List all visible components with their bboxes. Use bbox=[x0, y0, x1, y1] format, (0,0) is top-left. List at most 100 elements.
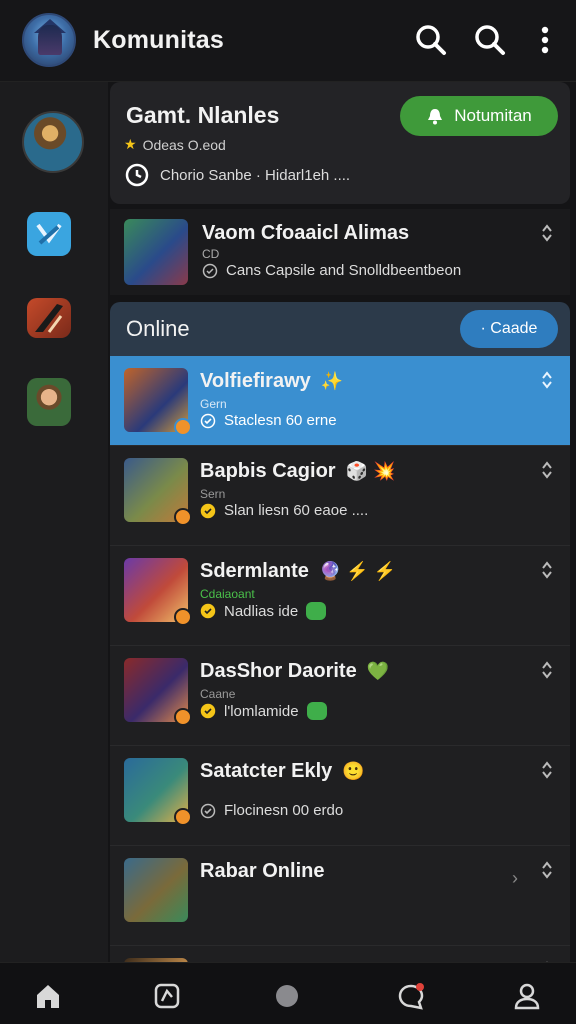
list-item-name-text: Rabar Online bbox=[200, 860, 325, 882]
list-item[interactable]: Rabar Online › bbox=[110, 846, 570, 946]
games-card-title: Gamt. Nlanles bbox=[126, 102, 280, 128]
status-badge bbox=[174, 808, 192, 826]
list-item-name-text: DasShor Daorite bbox=[200, 660, 357, 682]
online-title: Online bbox=[126, 316, 190, 341]
emoji-decoration: 🔮 ⚡ ⚡ bbox=[318, 561, 397, 581]
search-icon[interactable] bbox=[413, 22, 449, 58]
list-item-status: Flocinesn 00 erdo bbox=[200, 802, 343, 819]
list-item-status: Nadlias ide bbox=[200, 602, 327, 620]
list-item-status-text: Slan liesn 60 eaoe .... bbox=[224, 502, 369, 519]
game-pad-icon bbox=[306, 602, 327, 620]
list-item-name: Satatcter Ekly 🙂 bbox=[200, 760, 365, 783]
list-item-status: Slan liesn 60 eaoe .... bbox=[200, 502, 368, 519]
sort-icon[interactable] bbox=[540, 860, 554, 880]
game-thumbnail bbox=[124, 558, 192, 626]
list-item-status-text: l'lomlamide bbox=[224, 702, 299, 720]
list-item-status-text: Staclesn 60 erne bbox=[224, 412, 337, 429]
list-item-subtitle: Cdaiaoant bbox=[200, 587, 255, 601]
status-badge bbox=[174, 708, 192, 726]
sort-icon[interactable] bbox=[540, 660, 554, 680]
featured-description-text: Cans Capsile and Snolldbeentbeon bbox=[226, 262, 462, 279]
bottom-nav bbox=[0, 962, 576, 1024]
game-pad-icon bbox=[306, 702, 327, 720]
games-card-meta-text: Odeas O.eod bbox=[142, 136, 226, 153]
game-thumbnail bbox=[124, 858, 188, 922]
game-thumbnail bbox=[124, 458, 192, 526]
games-card-subtitle-text: Chorio Sanbe · Hidarl1eh .... bbox=[160, 166, 351, 184]
game-thumbnail bbox=[124, 658, 192, 726]
circle-icon[interactable] bbox=[272, 981, 302, 1011]
list-item-subtitle: Caane bbox=[200, 687, 236, 701]
home-icon[interactable] bbox=[33, 981, 63, 1011]
star-icon: ★ bbox=[124, 136, 137, 152]
boy-avatar[interactable] bbox=[27, 378, 71, 426]
check-circle-icon bbox=[202, 263, 218, 278]
list-item-name: Sdermlante 🔮 ⚡ ⚡ bbox=[200, 560, 396, 583]
games-card[interactable]: Gamt. Nlanles Notumitan ★ Odeas O.eod Ch… bbox=[110, 82, 570, 204]
app-avatar[interactable] bbox=[22, 13, 76, 67]
clock-icon bbox=[125, 163, 149, 187]
check-circle-icon bbox=[200, 803, 216, 818]
sort-icon[interactable] bbox=[540, 223, 554, 243]
check-circle-icon bbox=[200, 413, 216, 428]
list-item-status: l'lomlamide bbox=[200, 702, 327, 720]
list-item-status-text: Nadlias ide bbox=[224, 602, 299, 620]
blade-app-icon[interactable] bbox=[27, 298, 71, 338]
featured-thumbnail bbox=[124, 219, 188, 285]
hero-avatar[interactable] bbox=[22, 111, 84, 173]
online-section-header: Online · Caade bbox=[110, 302, 570, 356]
list-item-status-text: Flocinesn 00 erdo bbox=[224, 802, 344, 819]
emoji-decoration: 🙂 bbox=[342, 761, 365, 781]
games-card-subtitle: Chorio Sanbe · Hidarl1eh .... bbox=[124, 162, 350, 188]
chat-icon[interactable] bbox=[396, 981, 426, 1011]
thumbnail-art bbox=[124, 858, 188, 922]
games-icon[interactable] bbox=[152, 981, 182, 1011]
list-item[interactable]: Volfiefirawy ✨ Gern Staclesn 60 erne bbox=[110, 356, 570, 446]
create-button[interactable]: · Caade bbox=[460, 310, 558, 348]
check-circle-icon bbox=[200, 503, 216, 518]
list-item-subtitle: Gern bbox=[200, 397, 227, 411]
list-item-subtitle: Sern bbox=[200, 487, 226, 501]
list-item-name: Volfiefirawy ✨ bbox=[200, 370, 343, 393]
search-icon[interactable] bbox=[472, 22, 508, 58]
game-thumbnail bbox=[124, 368, 192, 436]
profile-icon[interactable] bbox=[512, 981, 542, 1011]
featured-code: CD bbox=[202, 247, 220, 261]
list-item-name-text: Satatcter Ekly bbox=[200, 760, 333, 782]
top-app-bar: Komunitas bbox=[0, 0, 576, 82]
list-item-name-text: Sdermlante bbox=[200, 560, 309, 582]
status-badge bbox=[174, 418, 192, 436]
emoji-decoration: 🎲 💥 bbox=[345, 461, 396, 481]
game-thumbnail bbox=[124, 758, 192, 826]
notification-button[interactable]: Notumitan bbox=[400, 96, 558, 136]
more-vertical-icon[interactable] bbox=[530, 22, 560, 58]
status-badge bbox=[174, 608, 192, 626]
sort-icon[interactable] bbox=[540, 760, 554, 780]
main-content: Gamt. Nlanles Notumitan ★ Odeas O.eod Ch… bbox=[110, 82, 570, 1022]
list-item-name-text: Bapbis Cagior bbox=[200, 460, 336, 482]
server-rail bbox=[0, 82, 108, 962]
sort-icon[interactable] bbox=[540, 560, 554, 580]
list-item-status: Staclesn 60 erne bbox=[200, 412, 337, 429]
list-item-name-text: Volfiefirawy bbox=[200, 370, 311, 392]
sort-icon[interactable] bbox=[540, 460, 554, 480]
check-circle-icon bbox=[200, 703, 216, 719]
list-item[interactable]: Bapbis Cagior 🎲 💥 Sern Slan liesn 60 eaoe .… bbox=[110, 446, 570, 546]
list-item[interactable]: Sdermlante 🔮 ⚡ ⚡ Cdaiaoant Nadlias ide bbox=[110, 546, 570, 646]
list-item-name: Bapbis Cagior 🎲 💥 bbox=[200, 460, 395, 483]
featured-title: Vaom Cfoaaicl Alimas bbox=[202, 222, 410, 244]
emoji-decoration: ✨ bbox=[320, 371, 344, 391]
featured-community[interactable]: Vaom Cfoaaicl Alimas CD Cans Capsile and… bbox=[110, 209, 570, 295]
status-badge bbox=[174, 508, 192, 526]
chevron-right-icon[interactable]: › bbox=[512, 868, 518, 889]
list-item[interactable]: Satatcter Ekly 🙂 Flocinesn 00 erdo bbox=[110, 746, 570, 846]
x-app-icon[interactable] bbox=[27, 212, 71, 256]
list-item-name: DasShor Daorite 💚 bbox=[200, 660, 389, 683]
featured-description: Cans Capsile and Snolldbeentbeon bbox=[202, 262, 461, 279]
online-list: Volfiefirawy ✨ Gern Staclesn 60 erne Bapbis … bbox=[110, 356, 570, 1022]
list-item[interactable]: DasShor Daorite 💚 Caane l'lomlamide bbox=[110, 646, 570, 746]
sort-icon[interactable] bbox=[540, 370, 554, 390]
bell-icon bbox=[428, 109, 443, 125]
check-circle-icon bbox=[200, 603, 216, 619]
emoji-decoration: 💚 bbox=[366, 661, 390, 681]
